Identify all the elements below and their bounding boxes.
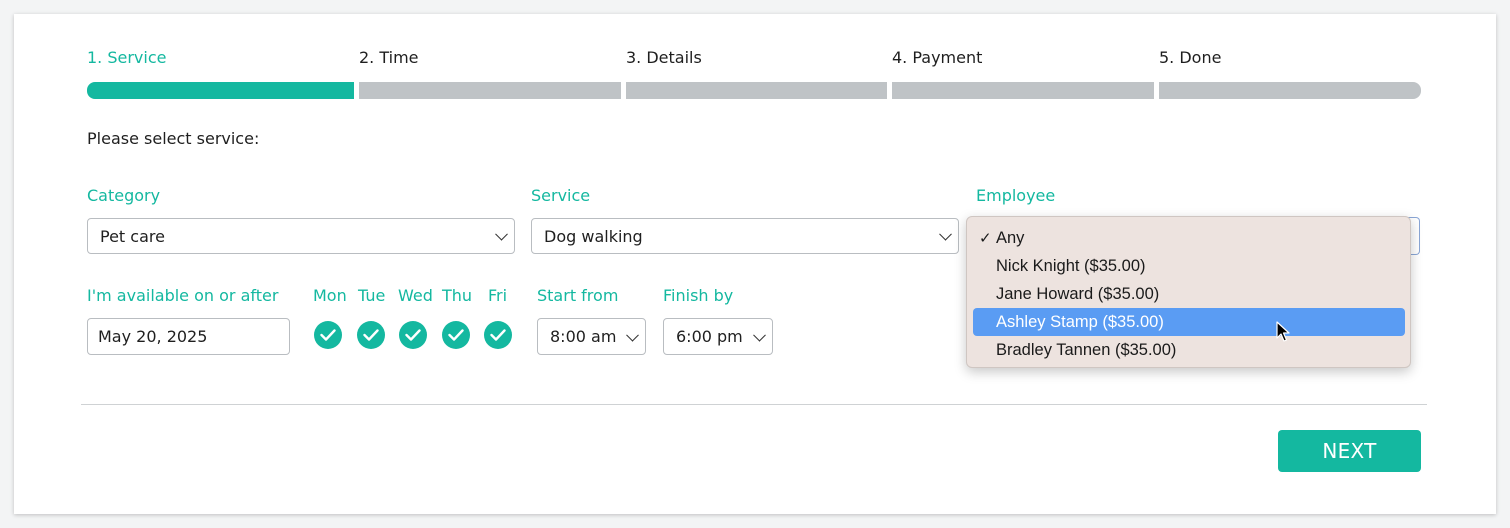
category-select[interactable]: Pet care: [87, 218, 515, 254]
start-from-label: Start from: [537, 286, 619, 305]
day-checkbox-tue[interactable]: [357, 321, 385, 349]
day-label-wed: Wed: [398, 286, 433, 305]
employee-option-label: Any: [996, 228, 1025, 247]
chevron-down-icon: [753, 328, 766, 342]
check-icon: [448, 329, 464, 341]
day-label-thu: Thu: [442, 286, 473, 305]
employee-option-any[interactable]: ✓ Any: [973, 224, 1405, 252]
employee-label: Employee: [976, 186, 1056, 205]
step-service-bar: [87, 82, 354, 99]
checkmark-icon: ✓: [979, 230, 992, 247]
service-select[interactable]: Dog walking: [531, 218, 959, 254]
day-checkbox-wed[interactable]: [399, 321, 427, 349]
category-value: Pet care: [100, 226, 165, 246]
finish-by-select[interactable]: 6:00 pm: [663, 318, 773, 355]
check-icon: [405, 329, 421, 341]
employee-option-bradley-tannen[interactable]: Bradley Tannen ($35.00): [973, 336, 1405, 364]
employee-dropdown-menu: ✓ Any Nick Knight ($35.00) Jane Howard (…: [966, 216, 1411, 368]
category-label: Category: [87, 186, 161, 205]
chevron-down-icon: [495, 227, 508, 241]
day-checkbox-fri[interactable]: [484, 321, 512, 349]
step-payment-label: 4. Payment: [892, 48, 983, 67]
mouse-cursor-icon: [1276, 321, 1290, 342]
employee-option-label: Ashley Stamp ($35.00): [996, 312, 1164, 331]
step-done-label: 5. Done: [1159, 48, 1222, 67]
availability-date-value: May 20, 2025: [98, 327, 208, 346]
day-label-mon: Mon: [313, 286, 347, 305]
step-service-label: 1. Service: [87, 48, 167, 67]
step-done-bar: [1159, 82, 1421, 99]
employee-option-nick-knight[interactable]: Nick Knight ($35.00): [973, 252, 1405, 280]
service-value: Dog walking: [544, 226, 643, 246]
start-from-value: 8:00 am: [550, 327, 617, 346]
day-checkbox-mon[interactable]: [314, 321, 342, 349]
select-service-prompt: Please select service:: [87, 129, 260, 148]
form-divider: [81, 404, 1427, 405]
availability-label: I'm available on or after: [87, 286, 279, 305]
step-time-label: 2. Time: [359, 48, 419, 67]
step-details-label: 3. Details: [626, 48, 702, 67]
day-checkbox-thu[interactable]: [442, 321, 470, 349]
chevron-down-icon: [939, 227, 952, 241]
chevron-down-icon: [626, 328, 639, 342]
day-label-tue: Tue: [358, 286, 386, 305]
employee-option-label: Jane Howard ($35.00): [996, 284, 1160, 303]
step-details-bar: [626, 82, 887, 99]
employee-option-jane-howard[interactable]: Jane Howard ($35.00): [973, 280, 1405, 308]
service-label: Service: [531, 186, 591, 205]
check-icon: [320, 329, 336, 341]
step-payment-bar: [892, 82, 1154, 99]
start-from-select[interactable]: 8:00 am: [537, 318, 646, 355]
employee-option-label: Nick Knight ($35.00): [996, 256, 1146, 275]
step-time-bar: [359, 82, 621, 99]
finish-by-value: 6:00 pm: [676, 327, 743, 346]
employee-option-ashley-stamp[interactable]: Ashley Stamp ($35.00): [973, 308, 1405, 336]
finish-by-label: Finish by: [663, 286, 734, 305]
check-icon: [363, 329, 379, 341]
next-button[interactable]: NEXT: [1278, 430, 1421, 472]
check-icon: [490, 329, 506, 341]
day-label-fri: Fri: [488, 286, 508, 305]
availability-date-input[interactable]: May 20, 2025: [87, 318, 290, 355]
employee-option-label: Bradley Tannen ($35.00): [996, 340, 1177, 359]
